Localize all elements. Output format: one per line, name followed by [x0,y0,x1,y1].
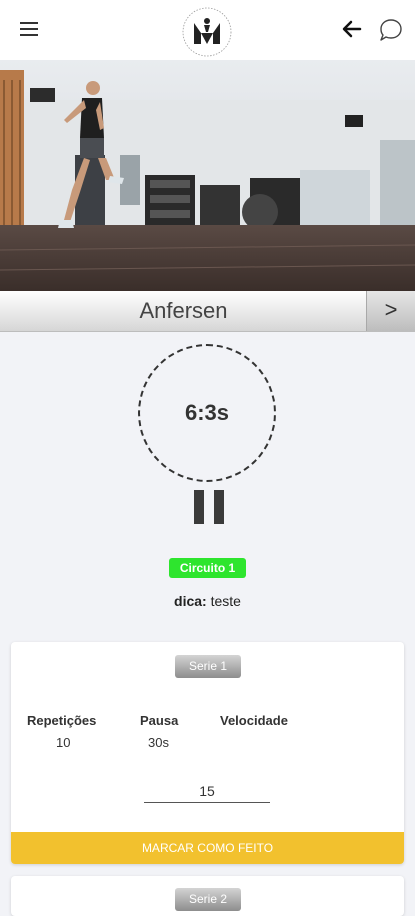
speed-input[interactable] [144,780,270,803]
brand-logo [181,6,233,58]
tip-label: dica: [174,593,207,609]
circuit-badge: Circuito 1 [169,558,246,578]
chat-bubble-icon[interactable] [378,17,404,43]
exercise-title: Anfersen [139,298,228,323]
exercise-title-bar: Anfersen > [0,291,415,332]
speed-label: Velocidade [220,713,288,728]
serie-badge: Serie 1 [175,655,241,678]
pause-label: Pausa [140,713,179,728]
menu-icon[interactable] [18,19,42,39]
tip-text: dica: teste [0,593,415,609]
pause-icon[interactable] [192,490,226,524]
serie-card: Serie 2 [11,876,404,916]
next-exercise-button[interactable]: > [366,291,415,331]
pause-value: 30s [148,735,169,750]
app-bar [0,0,415,60]
countdown-timer: 6:3s [138,344,276,482]
reps-value: 10 [56,735,71,750]
back-arrow-icon[interactable] [340,17,364,41]
exercise-video[interactable] [0,60,415,291]
serie-card: Serie 1 Repetições 10 Pausa 30s Velocida… [11,642,404,864]
tip-value: teste [210,593,241,609]
reps-label: Repetições [27,713,97,728]
mark-done-button[interactable]: MARCAR COMO FEITO [11,832,404,864]
